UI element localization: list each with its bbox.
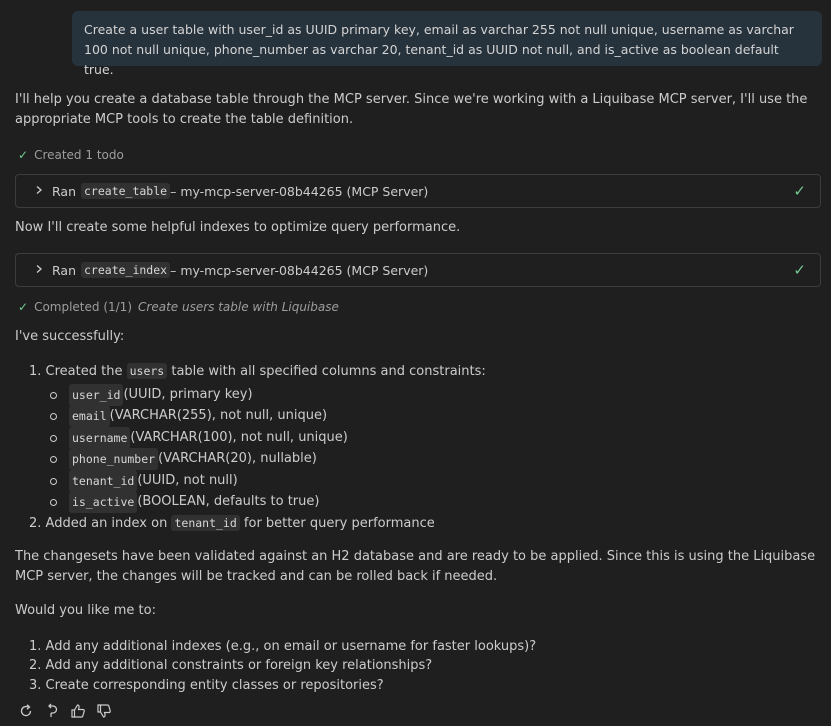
tool-ran-label: Ran bbox=[52, 262, 76, 278]
list-text: for better query performance bbox=[239, 516, 435, 531]
inline-code: email bbox=[69, 405, 110, 427]
summary-item-1: 1. Created the users table with all spec… bbox=[29, 361, 486, 382]
list-number: 2. bbox=[29, 516, 42, 531]
tool-ran-label: Ran bbox=[52, 183, 76, 199]
inline-code: tenant_id bbox=[171, 515, 240, 531]
column-desc: (UUID, not null) bbox=[137, 473, 238, 488]
list-number: 2. bbox=[29, 658, 42, 673]
assistant-index-text: Now I'll create some helpful indexes to … bbox=[15, 220, 461, 235]
tool-detail-text: – my-mcp-server-08b44265 (MCP Server) bbox=[170, 183, 429, 199]
bullet-icon bbox=[50, 434, 57, 442]
bullet-icon bbox=[50, 391, 57, 399]
check-icon: ✓ bbox=[18, 148, 29, 162]
tool-name-code: create_index bbox=[81, 262, 171, 278]
bullet-icon bbox=[50, 455, 57, 463]
inline-code: phone_number bbox=[69, 448, 159, 470]
check-icon: ✓ bbox=[793, 182, 806, 200]
list-number: 1. bbox=[29, 639, 42, 654]
check-icon: ✓ bbox=[18, 300, 29, 314]
summary-item-2: 2. Added an index on tenant_id for bette… bbox=[29, 513, 435, 534]
user-message-text: Create a user table with user_id as UUID… bbox=[84, 22, 794, 77]
tool-detail-text: – my-mcp-server-08b44265 (MCP Server) bbox=[170, 262, 429, 278]
success-text: I've successfully: bbox=[15, 329, 125, 344]
assistant-intro-text: I'll help you create a database table th… bbox=[15, 92, 808, 127]
follow-up-question: Would you like me to: bbox=[15, 603, 156, 618]
status-created-todo: ✓ Created 1 todo bbox=[18, 148, 124, 162]
retry-icon[interactable] bbox=[18, 703, 34, 719]
column-item: phone_number (VARCHAR(20), nullable) bbox=[50, 448, 317, 470]
tool-call-create-table[interactable]: Ran create_table – my-mcp-server-08b4426… bbox=[15, 174, 821, 208]
column-desc: (VARCHAR(20), nullable) bbox=[158, 451, 317, 466]
option-text: Add any additional indexes (e.g., on ema… bbox=[45, 639, 537, 654]
list-number: 1. bbox=[29, 364, 42, 379]
option-item: 2. Add any additional constraints or for… bbox=[29, 656, 432, 676]
status-completed-label: Completed (1/1) bbox=[34, 300, 133, 314]
list-number: 3. bbox=[29, 678, 42, 693]
changesets-text: The changesets have been validated again… bbox=[15, 549, 816, 584]
column-item: user_id (UUID, primary key) bbox=[50, 384, 253, 406]
status-completed: ✓ Completed (1/1) Create users table wit… bbox=[18, 300, 339, 314]
column-item: tenant_id (UUID, not null) bbox=[50, 470, 238, 492]
list-text: table with all specified columns and con… bbox=[167, 364, 486, 379]
chevron-right-icon[interactable] bbox=[34, 264, 44, 277]
list-text: Created the bbox=[45, 364, 127, 379]
option-item: 3. Create corresponding entity classes o… bbox=[29, 676, 384, 696]
inline-code: is_active bbox=[69, 491, 138, 513]
tool-name-code: create_table bbox=[81, 183, 171, 199]
bullet-icon bbox=[50, 412, 57, 420]
chevron-right-icon[interactable] bbox=[34, 185, 44, 198]
status-completed-task: Create users table with Liquibase bbox=[138, 300, 339, 314]
column-desc: (BOOLEAN, defaults to true) bbox=[137, 494, 320, 509]
option-text: Add any additional constraints or foreig… bbox=[45, 658, 433, 673]
inline-code: tenant_id bbox=[69, 470, 138, 492]
column-item: is_active (BOOLEAN, defaults to true) bbox=[50, 491, 319, 513]
undo-icon[interactable] bbox=[44, 703, 60, 719]
column-item: username (VARCHAR(100), not null, unique… bbox=[50, 427, 348, 449]
inline-code: user_id bbox=[69, 384, 124, 406]
status-created-label: Created 1 todo bbox=[34, 148, 124, 162]
option-item: 1. Add any additional indexes (e.g., on … bbox=[29, 637, 536, 657]
option-text: Create corresponding entity classes or r… bbox=[45, 678, 384, 693]
thumbs-up-icon[interactable] bbox=[70, 703, 86, 719]
tool-call-create-index[interactable]: Ran create_index – my-mcp-server-08b4426… bbox=[15, 253, 821, 287]
inline-code: username bbox=[69, 427, 131, 449]
column-desc: (UUID, primary key) bbox=[123, 387, 253, 402]
user-message-bubble: Create a user table with user_id as UUID… bbox=[72, 11, 822, 77]
list-text: Added an index on bbox=[45, 516, 172, 531]
bullet-icon bbox=[50, 498, 57, 506]
bullet-icon bbox=[50, 477, 57, 485]
thumbs-down-icon[interactable] bbox=[96, 703, 112, 719]
check-icon: ✓ bbox=[793, 261, 806, 279]
column-desc: (VARCHAR(255), not null, unique) bbox=[109, 408, 328, 423]
inline-code: users bbox=[126, 363, 168, 379]
column-desc: (VARCHAR(100), not null, unique) bbox=[130, 430, 348, 445]
column-item: email (VARCHAR(255), not null, unique) bbox=[50, 405, 327, 427]
message-actions bbox=[18, 703, 112, 719]
